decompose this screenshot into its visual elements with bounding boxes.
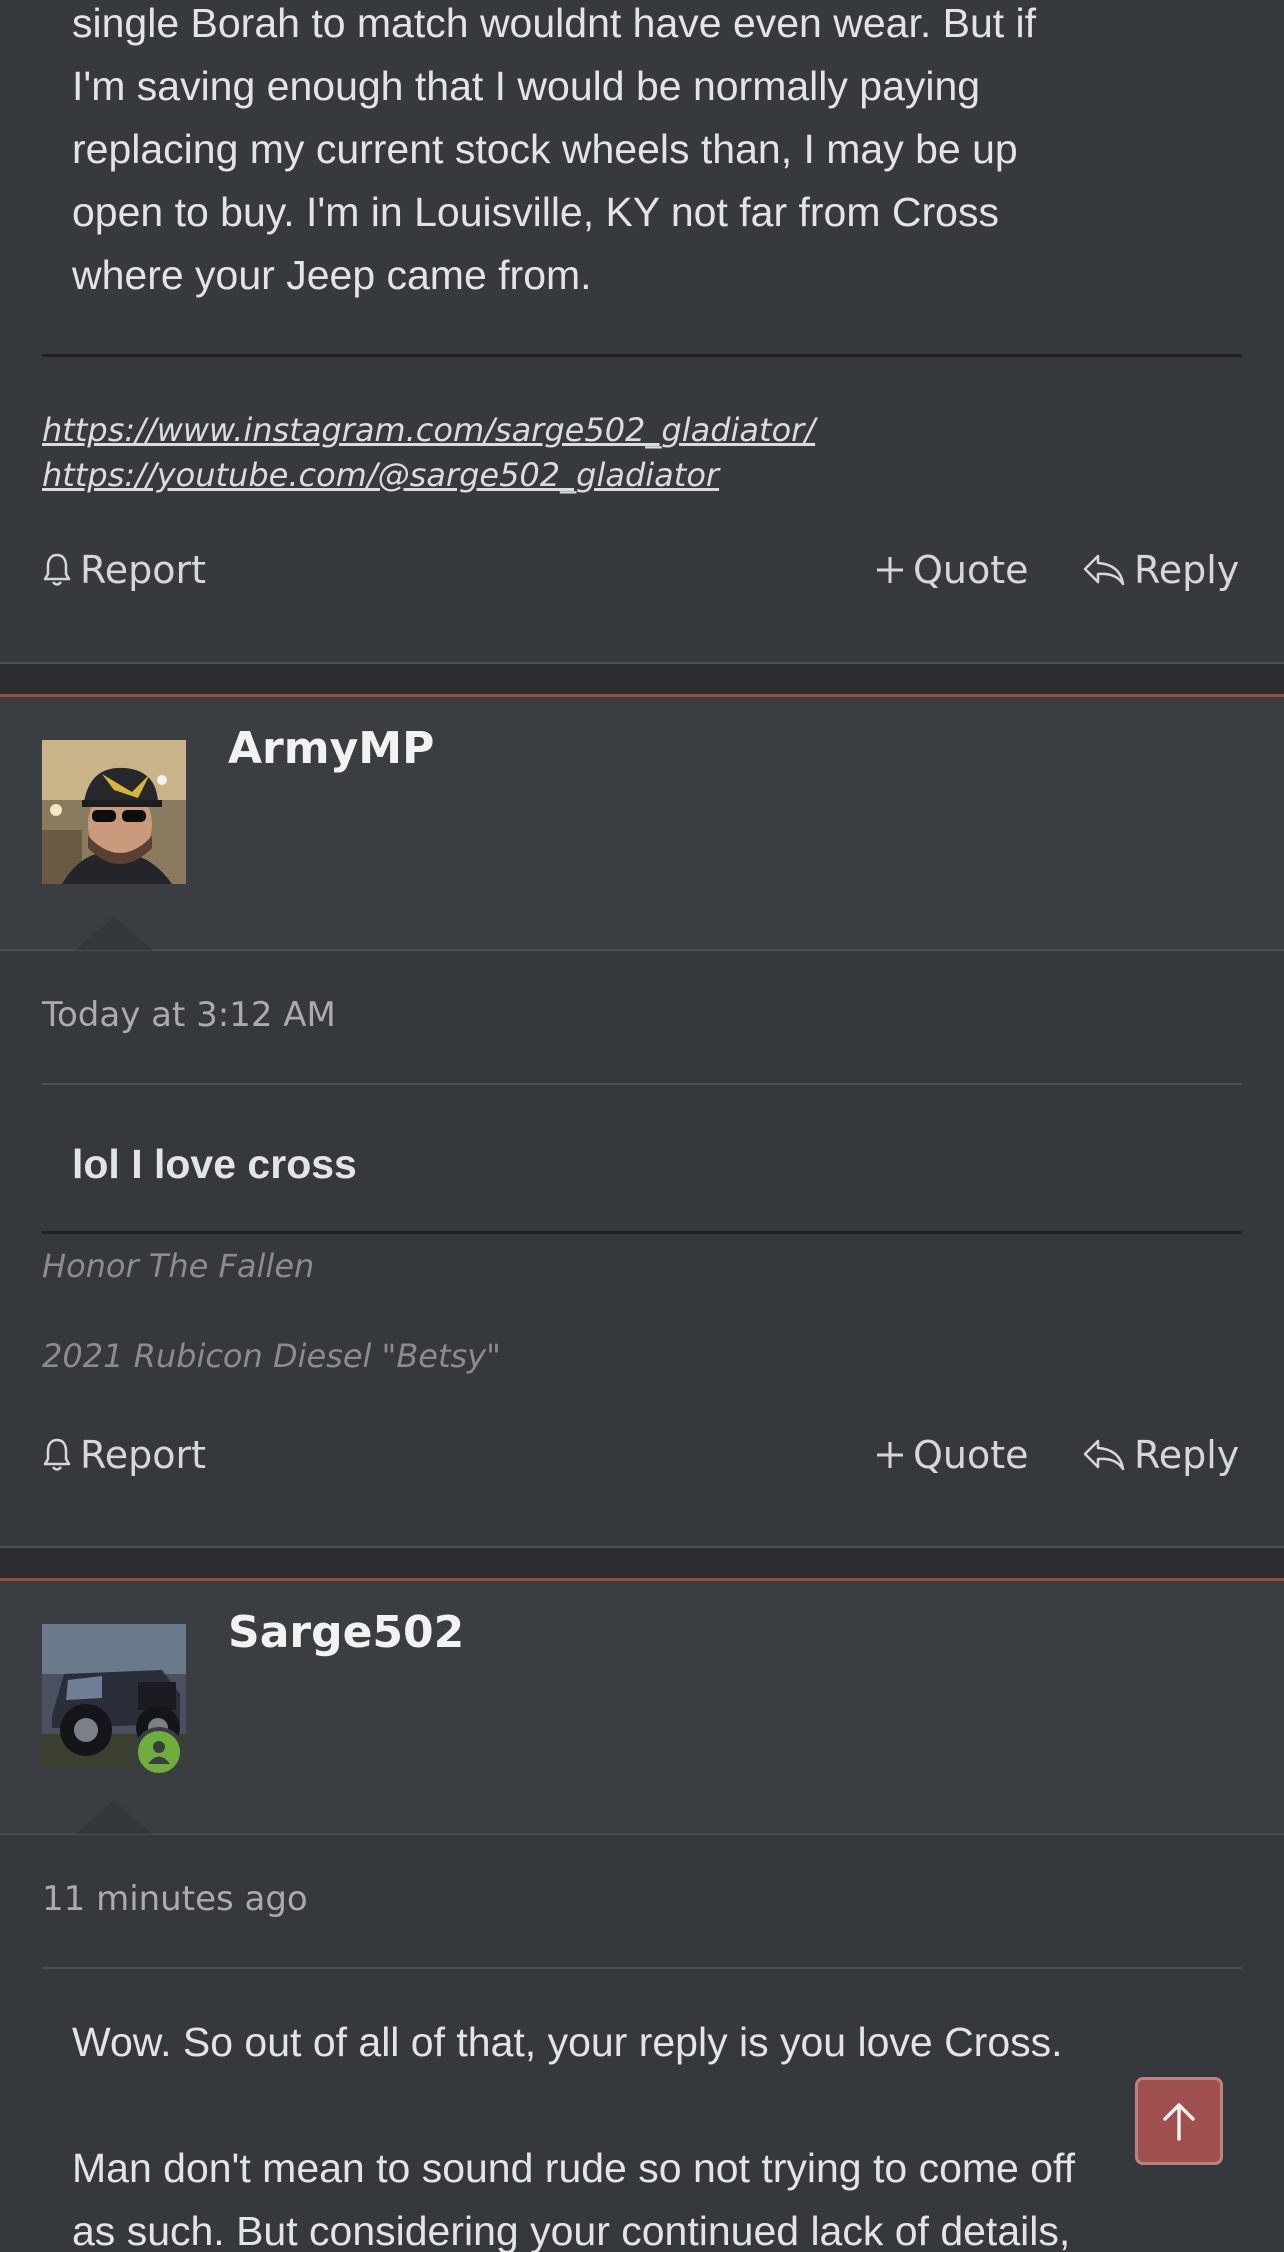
quote-label: Quote: [913, 548, 1029, 592]
post-timestamp[interactable]: 11 minutes ago: [42, 1879, 308, 1919]
avatar[interactable]: [42, 740, 186, 884]
post-armymp-body: Today at 3:12 AM lol I love cross Honor …: [0, 951, 1284, 1546]
post-sarge-body: 11 minutes ago Wow. So out of all of tha…: [0, 1835, 1284, 2252]
quote-button[interactable]: Quote: [875, 548, 1029, 592]
timestamp-divider: [42, 1083, 1242, 1085]
arrow-up-icon: [1163, 2103, 1195, 2141]
signature-divider: [42, 354, 1242, 357]
reply-label: Reply: [1134, 1433, 1240, 1477]
post-separator: [0, 662, 1284, 696]
timestamp-divider: [42, 1967, 1242, 1969]
user-online-icon: [134, 1727, 184, 1777]
quote-label: Quote: [913, 1433, 1029, 1477]
signature-divider: [42, 1231, 1242, 1234]
post-message: single Borah to match wouldnt have even …: [72, 0, 1232, 307]
reply-arrow-icon: [1083, 1439, 1125, 1471]
message-line: replacing my current stock wheels than, …: [72, 126, 1018, 172]
message-line: open to buy. I'm in Louisville, KY not f…: [72, 189, 999, 235]
post-header: Sarge502: [0, 1581, 1284, 1833]
message-line: I'm saving enough that I would be normal…: [72, 63, 981, 109]
signature-line: Honor The Fallen: [42, 1247, 315, 1285]
reply-label: Reply: [1134, 548, 1240, 592]
report-label: Report: [80, 548, 206, 592]
plus-icon: [877, 557, 903, 583]
reply-button[interactable]: Reply: [1082, 548, 1239, 592]
signature: https://www.instagram.com/sarge502_gladi…: [42, 408, 1242, 498]
bell-icon: [43, 553, 71, 586]
plus-icon: [877, 1442, 903, 1468]
message-line: Wow. So out of all of that, your reply i…: [72, 2019, 1063, 2065]
post-message: lol I love cross: [72, 1141, 357, 1187]
message-line: Man don't mean to sound rude so not tryi…: [72, 2145, 1076, 2191]
post-separator: [0, 1546, 1284, 1580]
thread-page: single Borah to match wouldnt have even …: [0, 0, 1284, 2252]
message-line: where your Jeep came from.: [72, 252, 592, 298]
message-line: single Borah to match wouldnt have even …: [72, 0, 1037, 46]
report-button[interactable]: Report: [42, 548, 206, 592]
post-previous: single Borah to match wouldnt have even …: [0, 0, 1284, 662]
message-line: as such. But considering your continued …: [72, 2208, 1071, 2252]
header-caret: [76, 1800, 152, 1834]
reply-button[interactable]: Reply: [1082, 1433, 1239, 1477]
signature-line: 2021 Rubicon Diesel "Betsy": [42, 1337, 501, 1375]
report-button[interactable]: Report: [42, 1433, 206, 1477]
quote-button[interactable]: Quote: [875, 1433, 1029, 1477]
reply-arrow-icon: [1083, 554, 1125, 586]
header-caret: [76, 916, 152, 950]
scroll-to-top-button[interactable]: [1135, 2077, 1223, 2165]
post-actions: Report Quote Reply: [42, 1433, 1242, 1493]
signature-link-instagram[interactable]: https://www.instagram.com/sarge502_gladi…: [42, 408, 1242, 453]
post-actions: Report Quote Reply: [42, 548, 1242, 608]
post-header: ArmyMP: [0, 697, 1284, 949]
bell-icon: [43, 1438, 71, 1471]
post-timestamp[interactable]: Today at 3:12 AM: [42, 995, 336, 1035]
signature-link-youtube[interactable]: https://youtube.com/@sarge502_gladiator: [42, 453, 1242, 498]
post-message: Wow. So out of all of that, your reply i…: [72, 2011, 1232, 2252]
username[interactable]: ArmyMP: [228, 723, 434, 774]
report-label: Report: [80, 1433, 206, 1477]
username[interactable]: Sarge502: [228, 1607, 464, 1658]
